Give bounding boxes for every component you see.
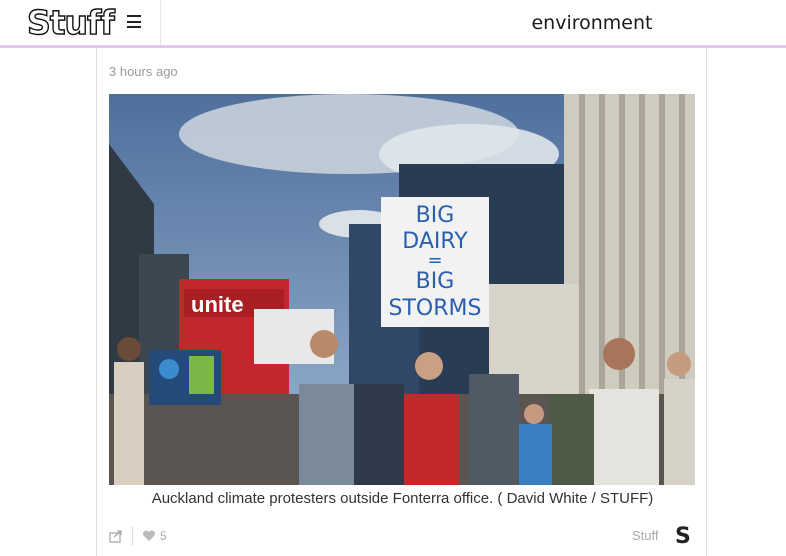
hamburger-menu-icon[interactable] <box>127 15 141 28</box>
timestamp: 3 hours ago <box>109 64 178 79</box>
article-card[interactable]: 3 hours ago unite BIG DAIRY = BIG STORMS… <box>96 48 707 556</box>
stuff-logo[interactable]: Stuff <box>26 3 115 42</box>
svg-text:=: = <box>427 250 442 271</box>
heart-icon[interactable] <box>142 529 156 543</box>
svg-text:unite: unite <box>191 292 244 317</box>
photo-caption: Auckland climate protesters outside Font… <box>151 490 654 507</box>
top-bar: Stuff environment <box>0 0 786 48</box>
share-icon[interactable] <box>109 529 123 543</box>
svg-text:BIG: BIG <box>416 203 455 228</box>
stuff-s-icon[interactable]: S <box>675 524 691 549</box>
article-footer: 5 Stuff S <box>109 524 695 550</box>
svg-text:BIG: BIG <box>416 269 455 294</box>
brand-area: Stuff <box>0 0 161 45</box>
section-title: environment <box>531 12 653 34</box>
source-label[interactable]: Stuff <box>632 528 659 543</box>
like-count: 5 <box>160 529 167 543</box>
article-photo[interactable]: unite BIG DAIRY = BIG STORMS <box>109 94 695 485</box>
svg-text:STORMS: STORMS <box>389 296 482 321</box>
footer-divider <box>132 526 133 546</box>
